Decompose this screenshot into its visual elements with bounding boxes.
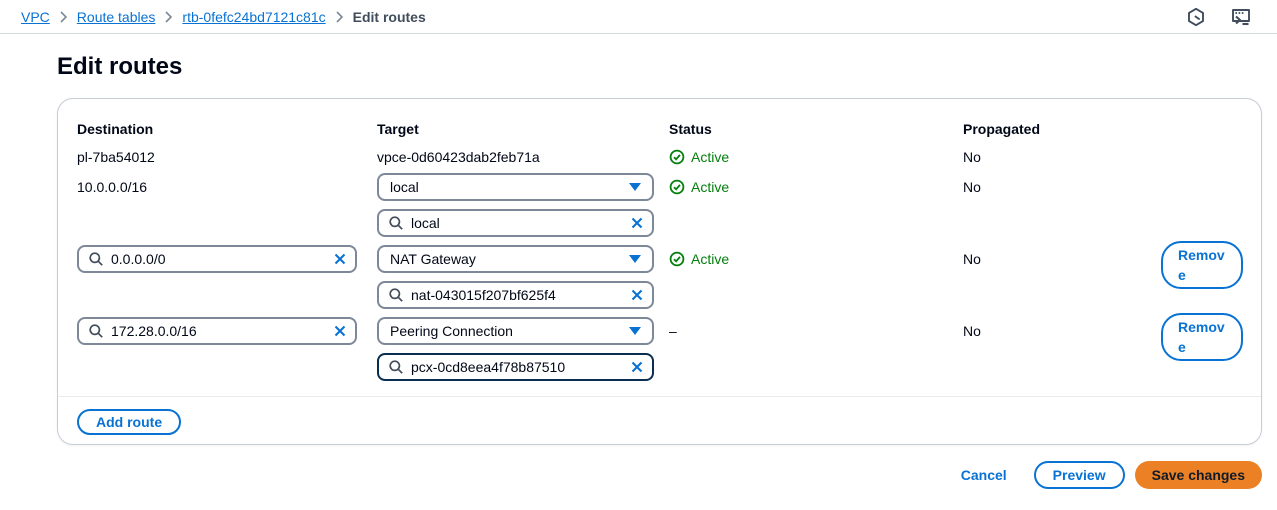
breadcrumb: VPC Route tables rtb-0fefc24bd7121c81c E… <box>21 9 426 25</box>
column-header-target: Target <box>377 119 669 139</box>
target-value: vpce-0d60423dab2feb71a <box>377 147 669 167</box>
target-search-box <box>377 353 654 381</box>
target-search-box <box>377 281 654 309</box>
check-circle-icon <box>669 149 685 165</box>
destination-input[interactable] <box>111 251 326 267</box>
amazon-q-hexagon-icon[interactable] <box>1186 7 1206 27</box>
clear-icon[interactable] <box>630 288 644 302</box>
destination-search-box <box>77 317 357 345</box>
clear-icon[interactable] <box>333 252 347 266</box>
column-header-status: Status <box>669 119 963 139</box>
status-badge: Active <box>669 173 963 197</box>
top-navigation-bar: VPC Route tables rtb-0fefc24bd7121c81c E… <box>0 0 1277 34</box>
chevron-right-icon <box>165 11 172 23</box>
target-select[interactable]: Peering Connection <box>377 317 654 345</box>
destination-value: 10.0.0.0/16 <box>77 173 377 197</box>
remove-route-button[interactable]: Remove <box>1161 313 1243 361</box>
status-badge: Active <box>669 147 963 167</box>
search-icon <box>388 287 404 303</box>
chevron-down-icon <box>629 255 641 263</box>
target-search-box <box>377 209 654 237</box>
panel-footer: Add route <box>58 396 1261 444</box>
topbar-icons <box>1186 7 1252 27</box>
breadcrumb-current-page: Edit routes <box>353 9 426 25</box>
save-changes-button[interactable]: Save changes <box>1135 461 1262 489</box>
propagated-value: No <box>963 173 1161 197</box>
status-empty: – <box>669 317 963 341</box>
preview-button[interactable]: Preview <box>1034 461 1125 489</box>
status-text: Active <box>691 147 729 167</box>
target-select-value: Peering Connection <box>390 323 513 339</box>
target-select-value: local <box>390 179 419 195</box>
page-actions: Cancel Preview Save changes <box>0 461 1262 489</box>
search-icon <box>88 251 104 267</box>
propagated-value: No <box>963 147 1161 167</box>
table-row: pl-7ba54012 vpce-0d60423dab2feb71a Activ… <box>77 147 1241 167</box>
target-select-value: NAT Gateway <box>390 251 476 267</box>
destination-input[interactable] <box>111 323 326 339</box>
remove-route-button[interactable]: Remove <box>1161 241 1243 289</box>
check-circle-icon <box>669 251 685 267</box>
table-row: Peering Connection – No Remove <box>77 317 1241 381</box>
table-row: NAT Gateway <box>77 245 1241 309</box>
chevron-down-icon <box>629 327 641 335</box>
cloudshell-terminal-icon[interactable] <box>1230 7 1252 27</box>
target-select[interactable]: local <box>377 173 654 201</box>
page-title: Edit routes <box>57 53 1277 81</box>
search-icon <box>388 359 404 375</box>
status-text: Active <box>691 177 729 197</box>
destination-value: pl-7ba54012 <box>77 147 377 167</box>
table-row: 10.0.0.0/16 local <box>77 173 1241 237</box>
propagated-value: No <box>963 317 1161 341</box>
breadcrumb-link-route-tables[interactable]: Route tables <box>77 9 156 25</box>
edit-routes-panel: Destination Target Status Propagated pl-… <box>57 98 1262 445</box>
add-route-button[interactable]: Add route <box>77 409 181 435</box>
status-text: Active <box>691 249 729 269</box>
chevron-right-icon <box>60 11 67 23</box>
breadcrumb-link-route-table-id[interactable]: rtb-0fefc24bd7121c81c <box>182 9 325 25</box>
clear-icon[interactable] <box>630 216 644 230</box>
target-search-input[interactable] <box>411 215 623 231</box>
status-badge: Active <box>669 245 963 269</box>
chevron-down-icon <box>629 183 641 191</box>
chevron-right-icon <box>336 11 343 23</box>
propagated-value: No <box>963 245 1161 269</box>
column-header-destination: Destination <box>77 119 377 139</box>
check-circle-icon <box>669 179 685 195</box>
destination-search-box <box>77 245 357 273</box>
table-header-row: Destination Target Status Propagated <box>77 119 1241 139</box>
search-icon <box>388 215 404 231</box>
clear-icon[interactable] <box>333 324 347 338</box>
search-icon <box>88 323 104 339</box>
column-header-propagated: Propagated <box>963 119 1161 139</box>
breadcrumb-link-vpc[interactable]: VPC <box>21 9 50 25</box>
target-search-input[interactable] <box>411 287 623 303</box>
target-search-input[interactable] <box>411 359 623 375</box>
target-select[interactable]: NAT Gateway <box>377 245 654 273</box>
cancel-button[interactable]: Cancel <box>961 467 1007 483</box>
clear-icon[interactable] <box>630 360 644 374</box>
